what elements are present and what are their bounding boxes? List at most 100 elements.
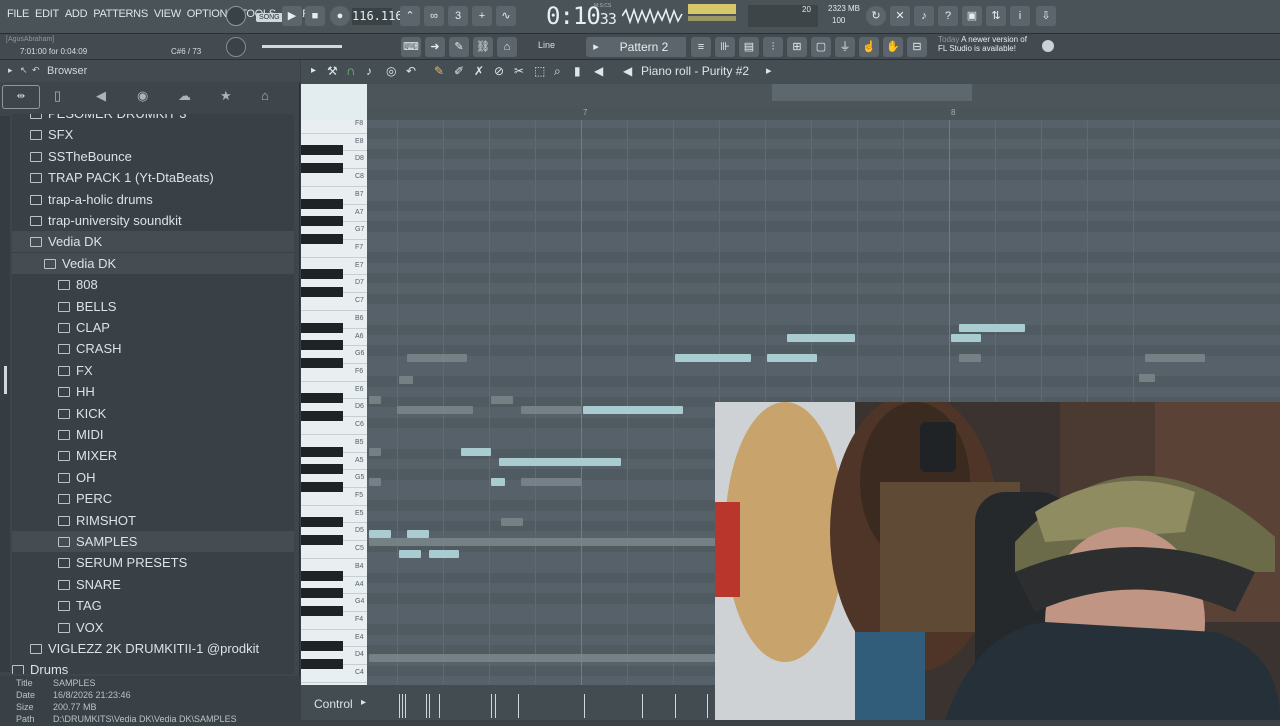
save-icon[interactable]: ▣: [962, 6, 982, 26]
velocity-bar[interactable]: [584, 694, 585, 718]
velocity-bar[interactable]: [518, 694, 519, 718]
velocity-bar[interactable]: [495, 694, 496, 718]
tree-item[interactable]: 808: [12, 274, 294, 295]
midi-note[interactable]: [951, 334, 981, 342]
midi-note[interactable]: [399, 550, 421, 558]
control-arrow-icon[interactable]: ▸: [361, 697, 366, 708]
midi-note[interactable]: [767, 354, 817, 362]
black-key[interactable]: [301, 606, 343, 616]
browser-expand-icon[interactable]: ▸: [8, 65, 13, 76]
tree-item[interactable]: CLAP: [12, 317, 294, 338]
tree-icon[interactable]: ⊞: [787, 37, 807, 57]
midi-note[interactable]: [521, 406, 581, 414]
touch-icon[interactable]: ☝: [859, 37, 879, 57]
velocity-bar[interactable]: [491, 694, 492, 718]
velocity-bar[interactable]: [707, 694, 708, 718]
midi-note[interactable]: [491, 396, 513, 404]
black-key[interactable]: [301, 322, 343, 333]
tree-item[interactable]: SERUM PRESETS: [12, 552, 294, 573]
arrow-icon[interactable]: ↖: [20, 65, 28, 76]
shop-tab-icon[interactable]: ⌂: [261, 88, 269, 103]
midi-note[interactable]: [499, 458, 621, 466]
midi-note[interactable]: [461, 448, 491, 456]
midi-note[interactable]: [369, 396, 381, 404]
tree-item[interactable]: SNARE: [12, 574, 294, 595]
tree-item[interactable]: trap-university soundkit: [12, 210, 294, 231]
tree-item[interactable]: BELLS: [12, 296, 294, 317]
typing-keyboard-icon[interactable]: ⌨: [401, 37, 421, 57]
black-key[interactable]: [301, 464, 343, 475]
record-loop-icon[interactable]: ◎: [386, 64, 396, 78]
browser-scroll-track[interactable]: [0, 116, 10, 672]
browser-scroll-thumb[interactable]: [4, 366, 7, 394]
tree-item[interactable]: SAMPLES: [12, 531, 294, 552]
title-arrow-icon[interactable]: ▸: [766, 64, 772, 77]
timeline-ruler[interactable]: 78: [367, 108, 1280, 120]
midi-note[interactable]: [429, 550, 459, 558]
piano-roll-icon[interactable]: ⊪: [715, 37, 735, 57]
midi-note[interactable]: [397, 406, 473, 414]
pattern-selector[interactable]: Pattern 2: [602, 37, 686, 57]
link-icon[interactable]: ⛓: [473, 37, 493, 57]
speaker-tab-icon[interactable]: ◀: [96, 88, 106, 104]
slip-tool-icon[interactable]: ✂: [514, 64, 524, 78]
song-mode-badge[interactable]: SONG: [256, 13, 283, 22]
info-icon[interactable]: i: [1010, 6, 1030, 26]
tree-item[interactable]: RIMSHOT: [12, 510, 294, 531]
stamp-icon[interactable]: ⌂: [497, 37, 517, 57]
black-key[interactable]: [301, 393, 343, 404]
velocity-bar[interactable]: [675, 694, 676, 718]
tree-item[interactable]: trap-a-holic drums: [12, 189, 294, 210]
midi-note[interactable]: [787, 334, 855, 342]
black-key[interactable]: [301, 482, 343, 492]
black-key[interactable]: [301, 340, 343, 351]
black-key[interactable]: [301, 163, 343, 174]
midi-note[interactable]: [369, 530, 391, 538]
midi-note[interactable]: [959, 324, 1025, 332]
delete-tool-icon[interactable]: ✗: [474, 64, 484, 78]
menu-file[interactable]: FILE: [4, 8, 32, 20]
black-key[interactable]: [301, 411, 343, 422]
menu-arrow-icon[interactable]: ▸: [311, 65, 316, 76]
midi-note[interactable]: [501, 518, 523, 526]
overview-view-window[interactable]: [772, 84, 972, 101]
help-icon[interactable]: ?: [938, 6, 958, 26]
wait-input-icon[interactable]: ∞: [424, 6, 444, 26]
black-key[interactable]: [301, 517, 343, 528]
news-panel[interactable]: Today A newer version of FL Studio is av…: [938, 35, 1038, 53]
black-key[interactable]: [301, 234, 343, 244]
black-key[interactable]: [301, 287, 343, 298]
black-key[interactable]: [301, 659, 343, 670]
cloud-tab-icon[interactable]: ☁: [178, 88, 191, 104]
preview-speaker-icon[interactable]: ◀: [623, 64, 632, 78]
pencil-tool-icon[interactable]: ✎: [434, 64, 444, 78]
black-key[interactable]: [301, 198, 343, 209]
tree-item[interactable]: KICK: [12, 403, 294, 424]
undo-icon[interactable]: ↶: [406, 64, 416, 78]
cart-icon[interactable]: ⊟: [907, 37, 927, 57]
tree-item[interactable]: SSTheBounce: [12, 146, 294, 167]
midi-note[interactable]: [369, 448, 381, 456]
all-files-tab-icon[interactable]: ⇹: [2, 85, 40, 109]
tree-item[interactable]: PERC: [12, 488, 294, 509]
black-key[interactable]: [301, 358, 343, 368]
tree-item[interactable]: CRASH: [12, 338, 294, 359]
midi-note[interactable]: [675, 354, 751, 362]
velocity-bar[interactable]: [426, 694, 427, 718]
midi-note[interactable]: [1145, 354, 1205, 362]
midi-note[interactable]: [583, 406, 683, 414]
black-key[interactable]: [301, 145, 343, 156]
velocity-bar[interactable]: [642, 694, 643, 718]
snap-select[interactable]: Line: [538, 40, 555, 50]
note-icon[interactable]: ♪: [366, 64, 372, 78]
mixer-view-icon[interactable]: ⫶: [763, 37, 783, 57]
velocity-bar[interactable]: [399, 694, 400, 718]
playback-tool-icon[interactable]: ▮: [574, 64, 581, 78]
tree-item[interactable]: Drums: [12, 659, 294, 674]
channel-rack-icon[interactable]: ▤: [739, 37, 759, 57]
tree-item[interactable]: TAG: [12, 595, 294, 616]
tree-item[interactable]: OH: [12, 467, 294, 488]
brush-tool-icon[interactable]: ✐: [454, 64, 464, 78]
menu-add[interactable]: ADD: [62, 8, 90, 20]
download-icon[interactable]: ⇩: [1036, 6, 1056, 26]
